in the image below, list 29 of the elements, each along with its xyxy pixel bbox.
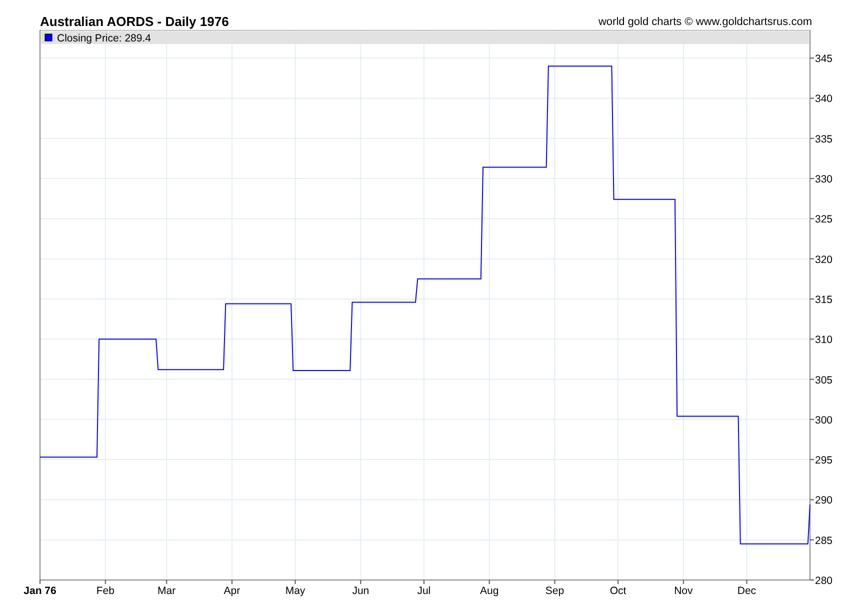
x-axis-label: May bbox=[285, 585, 306, 597]
y-axis-label: 290 bbox=[815, 494, 833, 507]
y-axis-label: 315 bbox=[815, 294, 833, 306]
x-axis-label: Jul bbox=[417, 585, 431, 597]
y-axis-label: 320 bbox=[815, 254, 833, 266]
x-axis-label: Oct bbox=[610, 585, 626, 597]
x-axis-label: Aug bbox=[480, 585, 499, 597]
y-axis-label: 340 bbox=[815, 93, 833, 106]
y-axis-label: 310 bbox=[815, 334, 833, 346]
x-axis-label: Mar bbox=[158, 585, 176, 597]
x-axis-label: Feb bbox=[96, 585, 114, 597]
y-axis-label: 335 bbox=[815, 133, 833, 146]
y-axis-label: 330 bbox=[815, 174, 833, 186]
x-axis-label: Dec bbox=[737, 585, 756, 597]
y-axis-label: 325 bbox=[815, 214, 833, 226]
y-axis-label: 345 bbox=[815, 53, 833, 66]
legend-label: Closing Price: 289.4 bbox=[57, 32, 151, 44]
x-axis-label: Jun bbox=[352, 585, 370, 597]
x-axis-label: Jan 76 bbox=[24, 585, 56, 597]
x-axis-label: Nov bbox=[674, 585, 693, 597]
y-axis-label: 300 bbox=[815, 414, 833, 426]
x-axis-label: Sep bbox=[545, 585, 564, 597]
y-axis-label: 280 bbox=[815, 575, 833, 587]
y-axis-label: 295 bbox=[815, 454, 833, 467]
credit-text: world gold charts © www.goldchartsrus.com bbox=[598, 16, 812, 30]
y-axis-label: 285 bbox=[815, 534, 833, 547]
y-axis-label: 305 bbox=[815, 374, 833, 386]
chart-title: Australian AORDS - Daily 1976 bbox=[40, 14, 229, 30]
x-axis-label: Apr bbox=[224, 585, 240, 597]
